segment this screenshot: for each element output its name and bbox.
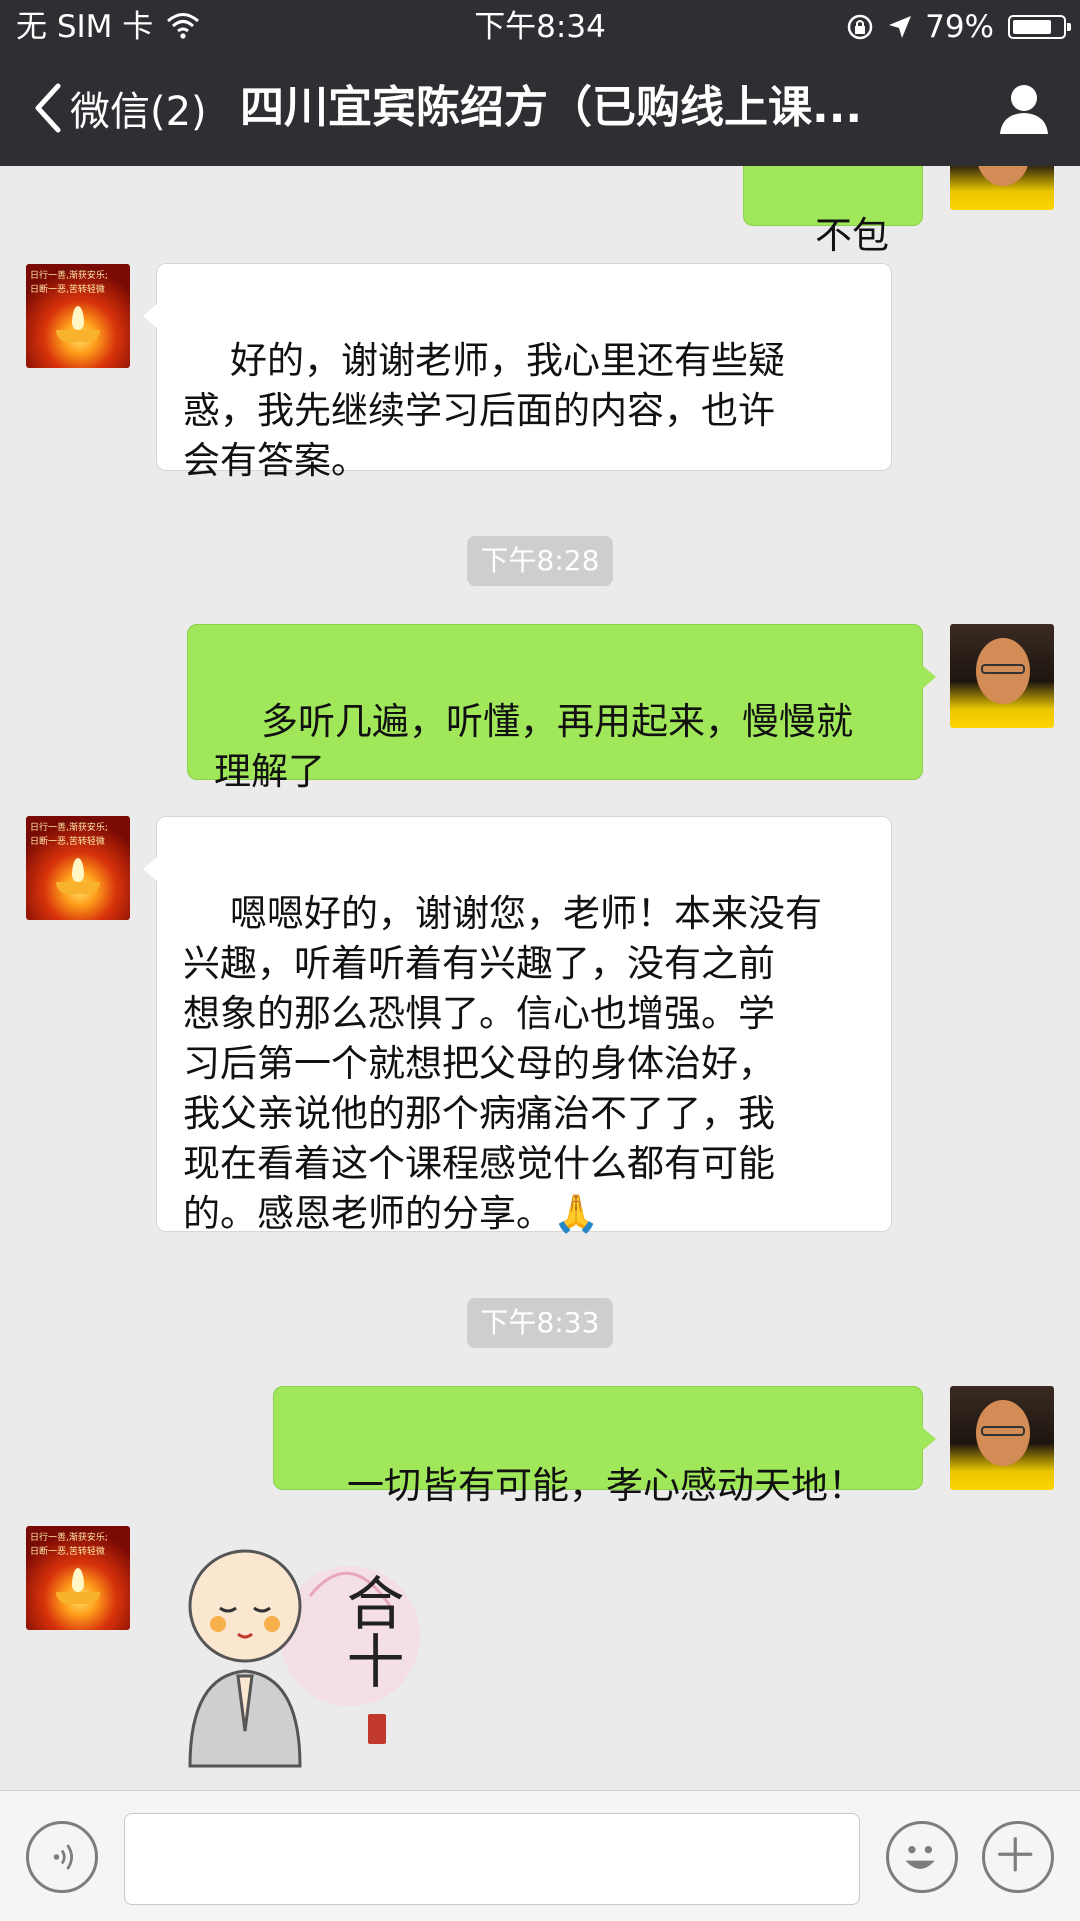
back-button[interactable]: 微信(2) <box>30 78 207 138</box>
message-input[interactable] <box>124 1813 860 1905</box>
avatar-caption: 日断一恶,苦转轻微 <box>30 285 105 295</box>
avatar-caption: 日行一善,渐获安乐; <box>30 271 108 281</box>
timestamp: 下午8:28 <box>466 536 614 586</box>
avatar[interactable]: 日行一善,渐获安乐; 日断一恶,苦转轻微 <box>26 264 130 368</box>
sticker-monk-praying[interactable]: 合十 <box>160 1526 420 1776</box>
contact-info-icon[interactable] <box>996 80 1052 136</box>
timestamp-divider: 下午8:28 <box>0 536 1080 586</box>
avatar[interactable] <box>950 1386 1054 1490</box>
message-text: 嗯嗯好的，谢谢您，老师！本来没有 兴趣，听着听着有兴趣了，没有之前 想象的那么恐… <box>183 892 823 1235</box>
avatar-caption: 日断一恶,苦转轻微 <box>30 837 105 847</box>
avatar[interactable]: 日行一善,渐获安乐; 日断一恶,苦转轻微 <box>26 816 130 920</box>
sticker-text: 合十 <box>338 1573 403 1689</box>
avatar[interactable] <box>950 166 1054 210</box>
battery-icon <box>1008 15 1071 39</box>
avatar[interactable] <box>950 624 1054 728</box>
message-bubble-outgoing[interactable]: 不包腿 <box>743 166 923 307</box>
message-bubble-outgoing[interactable]: 多听几遍，听懂，再用起来，慢慢就 理解了 <box>187 624 936 793</box>
location-arrow-icon <box>889 16 912 38</box>
header: 无 SIM 卡 下午8:34 79% 微信(2) 四川宜宾陈绍方（已购线上课..… <box>0 0 1080 166</box>
message-list[interactable]: 不包腿 日行一善,渐获安乐; 日断一恶,苦转轻微 好的，谢谢老师，我心里还有些疑… <box>0 166 1080 1790</box>
message-text: 多听几遍，听懂，再用起来，慢慢就 理解了 <box>214 700 854 793</box>
input-bar <box>0 1790 1080 1921</box>
message-bubble-outgoing[interactable]: 一切皆有可能，孝心感动天地！ <box>273 1386 936 1507</box>
status-right: 79% <box>845 9 1071 45</box>
message-bubble-incoming[interactable]: 好的，谢谢老师，我心里还有些疑 惑，我先继续学习后面的内容，也许 会有答案。 <box>143 263 892 482</box>
chat-title: 四川宜宾陈绍方（已购线上课... <box>240 82 863 133</box>
avatar-caption: 日断一恶,苦转轻微 <box>30 1547 105 1557</box>
avatar-caption: 日行一善,渐获安乐; <box>30 823 108 833</box>
avatar[interactable]: 日行一善,渐获安乐; 日断一恶,苦转轻微 <box>26 1526 130 1630</box>
message-text: 一切皆有可能，孝心感动天地！ <box>347 1464 866 1507</box>
avatar-caption: 日行一善,渐获安乐; <box>30 1533 108 1543</box>
chevron-left-icon <box>35 83 61 133</box>
orientation-lock-icon <box>847 14 873 40</box>
battery-percent: 79% <box>925 9 994 45</box>
message-bubble-incoming[interactable]: 嗯嗯好的，谢谢您，老师！本来没有 兴趣，听着听着有兴趣了，没有之前 想象的那么恐… <box>143 816 892 1235</box>
timestamp-divider: 下午8:33 <box>0 1298 1080 1348</box>
voice-icon[interactable] <box>26 1821 98 1893</box>
back-label: 微信(2) <box>70 89 207 135</box>
timestamp: 下午8:33 <box>466 1298 614 1348</box>
emoji-icon[interactable] <box>886 1821 958 1893</box>
battery-fill <box>1013 20 1051 34</box>
message-text: 好的，谢谢老师，我心里还有些疑 惑，我先继续学习后面的内容，也许 会有答案。 <box>183 339 786 482</box>
plus-icon[interactable] <box>982 1821 1054 1893</box>
